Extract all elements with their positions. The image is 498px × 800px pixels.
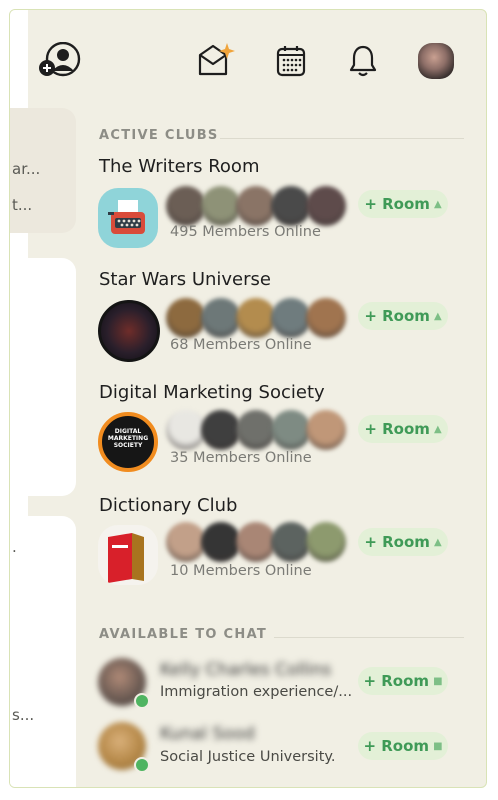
side-card-3-line-1: . xyxy=(12,538,17,556)
room-button-label: + Room xyxy=(363,672,430,690)
side-card-1[interactable]: ar... t... xyxy=(10,108,76,233)
member-avatar xyxy=(306,522,346,562)
club-name: Star Wars Universe xyxy=(99,269,271,290)
member-avatar xyxy=(306,298,346,338)
room-button-label: + Room xyxy=(364,195,430,213)
side-card-2[interactable] xyxy=(10,258,76,496)
members-online-count: 68 Members Online xyxy=(170,337,312,353)
club-avatar-star-wars xyxy=(98,300,160,362)
person-name: Kelly Charles Collins xyxy=(160,660,332,680)
member-avatar xyxy=(271,186,311,226)
members-online-count: 35 Members Online xyxy=(170,450,312,466)
start-room-button[interactable]: + Room ▲ xyxy=(358,415,448,443)
club-name: Dictionary Club xyxy=(99,495,238,516)
room-button-label: + Room xyxy=(363,737,430,755)
member-avatar xyxy=(236,186,276,226)
member-avatar xyxy=(306,410,346,450)
member-avatar xyxy=(236,410,276,450)
start-room-button[interactable]: + Room ▲ xyxy=(358,190,448,218)
member-avatar xyxy=(236,298,276,338)
members-online-count: 495 Members Online xyxy=(170,224,321,240)
club-name: Digital Marketing Society xyxy=(99,382,325,403)
room-button-label: + Room xyxy=(364,307,430,325)
calendar-icon[interactable] xyxy=(276,45,306,77)
active-clubs-heading: ACTIVE CLUBS xyxy=(99,128,219,143)
house-icon: ▲ xyxy=(433,310,442,322)
person-subtitle: Social Justice University. xyxy=(160,749,336,765)
member-avatar xyxy=(236,522,276,562)
online-indicator xyxy=(134,757,150,773)
club-avatar-dictionary-book xyxy=(98,525,158,585)
member-avatar xyxy=(166,186,206,226)
house-icon: ▲ xyxy=(433,423,442,435)
person-subtitle: Immigration experience/... xyxy=(160,684,353,700)
app-frame: ar... t... . s... ACTIVE CLUBS The Write… xyxy=(9,9,487,788)
side-card-3-line-2: s... xyxy=(12,706,35,724)
house-icon: ▲ xyxy=(433,198,442,210)
club-avatar-typewriter xyxy=(98,188,158,248)
new-envelope-icon[interactable] xyxy=(196,42,236,78)
start-room-button[interactable]: + Room ▲ xyxy=(358,302,448,330)
member-avatar xyxy=(306,186,346,226)
member-avatar xyxy=(166,410,206,450)
house-icon: ▲ xyxy=(433,536,442,548)
side-card-1-line-2: t... xyxy=(12,196,33,214)
online-indicator xyxy=(134,693,150,709)
person-name: Kunal Sood xyxy=(160,724,255,744)
invite-room-button[interactable]: + Room ■ xyxy=(358,667,448,695)
member-avatar xyxy=(201,298,241,338)
room-button-label: + Room xyxy=(364,533,430,551)
club-avatar-digital-marketing: DIGITAL MARKETING SOCIETY xyxy=(98,412,158,472)
member-avatar xyxy=(271,298,311,338)
top-bar xyxy=(10,10,486,110)
lock-icon: ■ xyxy=(433,675,443,687)
side-card-3[interactable]: . s... xyxy=(10,516,76,787)
members-online-count: 10 Members Online xyxy=(170,563,312,579)
member-avatar xyxy=(271,410,311,450)
room-button-label: + Room xyxy=(364,420,430,438)
member-avatar xyxy=(201,522,241,562)
lock-icon: ■ xyxy=(433,740,443,752)
bell-icon[interactable] xyxy=(348,44,378,78)
member-avatar xyxy=(271,522,311,562)
member-avatar xyxy=(201,410,241,450)
member-avatar xyxy=(201,186,241,226)
active-clubs-divider xyxy=(220,138,464,139)
invite-room-button[interactable]: + Room ■ xyxy=(358,732,448,760)
start-room-button[interactable]: + Room ▲ xyxy=(358,528,448,556)
available-divider xyxy=(274,637,464,638)
club-name: The Writers Room xyxy=(99,156,260,177)
available-heading: AVAILABLE TO CHAT xyxy=(99,627,268,642)
profile-avatar[interactable] xyxy=(418,43,454,79)
member-avatar xyxy=(166,522,206,562)
add-person-icon[interactable] xyxy=(38,42,82,78)
side-card-1-line-1: ar... xyxy=(12,160,41,178)
member-avatar xyxy=(166,298,206,338)
